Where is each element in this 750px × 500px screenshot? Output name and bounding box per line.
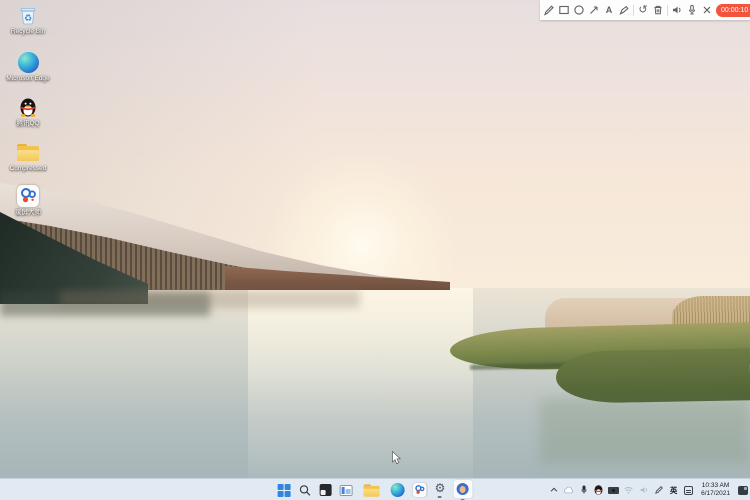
taskbar: ⚙ [0, 478, 750, 500]
search-button[interactable] [299, 479, 312, 500]
ime-mode-icon[interactable] [683, 483, 694, 497]
windows-logo-icon [278, 484, 291, 497]
desktop-icon-qq[interactable]: 腾讯QQ [2, 95, 54, 128]
recorder-window-button[interactable] [453, 479, 472, 500]
desktop-icon-edge[interactable]: Microsoft Edge [2, 50, 54, 83]
undo-glyph: ↺ [638, 4, 647, 16]
search-icon [299, 484, 312, 497]
rectangle-icon[interactable] [558, 4, 570, 16]
widgets-icon [340, 485, 353, 496]
wallpaper-mountain-reflection [60, 290, 360, 308]
avatar-icon [457, 483, 469, 495]
wallpaper-grass-reflection [540, 398, 750, 464]
recording-timer-stop-button[interactable]: 00:00:10 结束 [716, 4, 750, 17]
toolbar-divider [633, 5, 634, 16]
clock-date: 6/17/2021 [701, 490, 730, 498]
desktop-icon-label: 录屏大师 [2, 209, 54, 217]
network-icon[interactable] [623, 483, 634, 497]
undo-icon[interactable]: ↺ [637, 4, 649, 16]
desktop-icon-label: Compressed [2, 165, 54, 173]
running-indicator [438, 496, 442, 498]
edge-icon [16, 50, 40, 74]
file-explorer-button[interactable] [361, 479, 383, 500]
trash-icon[interactable] [652, 4, 664, 16]
desktop-screen: A ↺ 00:00:10 结束 ♻ [0, 0, 750, 500]
recording-toolbar: A ↺ 00:00:10 结束 [540, 0, 750, 20]
desktop-icon-recycle-bin[interactable]: ♻ Recycle Bin [2, 3, 54, 36]
task-view-button[interactable] [320, 479, 332, 500]
ellipse-icon[interactable] [573, 4, 585, 16]
desktop-icon-folder[interactable]: Compressed [2, 140, 54, 173]
toolbar-divider [667, 5, 668, 16]
close-icon[interactable] [701, 4, 713, 16]
wallpaper-sun-reflection [248, 288, 473, 500]
active-window-highlight [453, 480, 472, 498]
file-explorer-icon [364, 484, 380, 496]
text-tool-glyph: A [606, 4, 613, 16]
wallpaper-grass-bank-near [556, 348, 750, 403]
pencil-icon[interactable] [543, 4, 555, 16]
desktop-icon-label: Microsoft Edge [2, 75, 54, 83]
hidden-icons-chevron[interactable] [548, 483, 559, 497]
taskbar-clock[interactable]: 10:33 AM 6/17/2021 [698, 482, 733, 498]
gear-icon: ⚙ [435, 482, 446, 495]
edge-icon [391, 483, 405, 497]
sound-icon[interactable] [671, 4, 683, 16]
volume-icon[interactable] [638, 483, 649, 497]
recycle-glyph: ♻ [24, 13, 32, 23]
desktop-icon-label: 腾讯QQ [2, 120, 54, 128]
edge-button[interactable] [391, 479, 405, 500]
tray-qq-icon[interactable] [593, 483, 604, 497]
marker-icon[interactable] [618, 4, 630, 16]
desktop-icon-label: Recycle Bin [2, 28, 54, 36]
desktop-icon-recorder-app[interactable]: 录屏大师 [2, 184, 54, 217]
start-button[interactable] [278, 479, 291, 500]
tray-microphone-icon[interactable] [578, 483, 589, 497]
widgets-button[interactable] [340, 479, 353, 500]
text-tool-icon[interactable]: A [603, 4, 615, 16]
cloud-icon[interactable] [563, 483, 574, 497]
clock-time: 10:33 AM [701, 482, 730, 490]
ime-language-indicator[interactable]: 英 [668, 483, 679, 497]
tray-camera-icon[interactable] [608, 483, 619, 497]
recycle-bin-icon: ♻ [16, 3, 40, 27]
wallpaper [0, 0, 750, 500]
taskbar-center-group: ⚙ [278, 479, 473, 500]
recorder-app-button[interactable] [413, 479, 427, 500]
pen-tool-icon[interactable] [653, 483, 664, 497]
folder-icon [16, 140, 40, 164]
ime-label: 英 [670, 485, 678, 496]
recorder-app-icon [16, 184, 40, 208]
mouse-cursor [392, 451, 402, 470]
microphone-icon[interactable] [686, 4, 698, 16]
qq-penguin-icon [16, 95, 40, 119]
notification-center-button[interactable] [737, 483, 748, 497]
arrow-icon[interactable] [588, 4, 600, 16]
task-view-icon [320, 484, 332, 496]
settings-button[interactable]: ⚙ [435, 479, 446, 500]
system-tray: 英 10:33 AM 6/17/2021 [548, 479, 748, 500]
recorder-app-icon [413, 483, 427, 497]
